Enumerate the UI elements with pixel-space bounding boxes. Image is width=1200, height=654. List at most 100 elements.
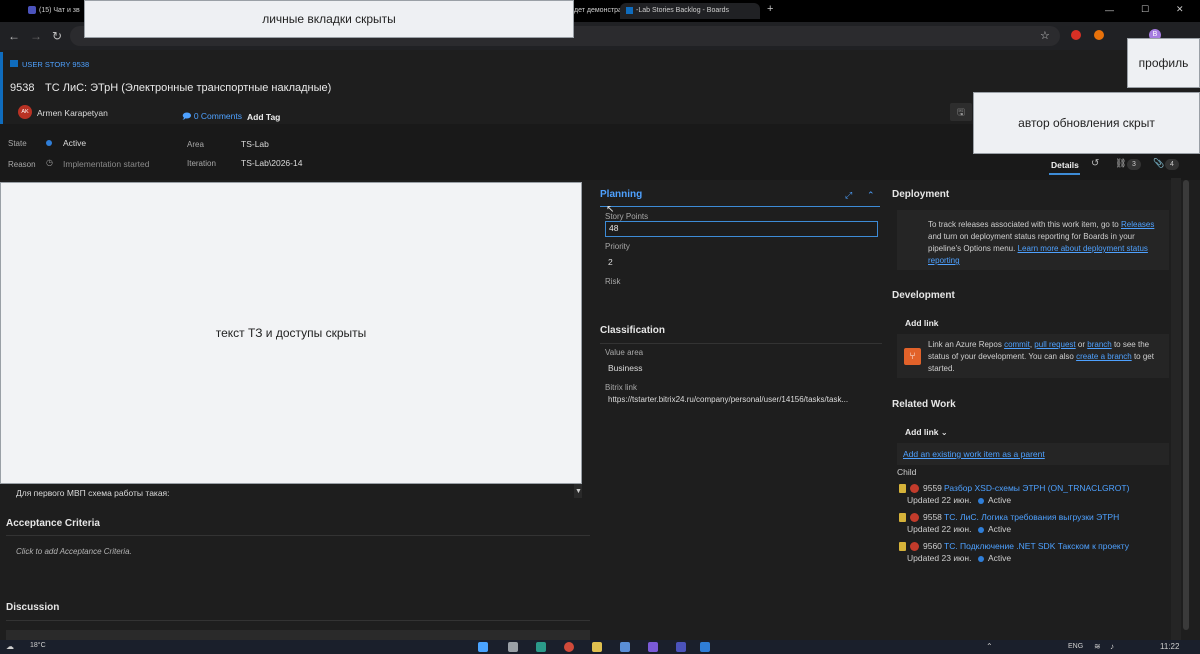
related-child-item[interactable]: 9559 Разбор XSD-схемы ЭТРН (ON_TRNACLGRO… [899,483,1169,509]
edge-icon[interactable] [536,642,546,652]
task-type-icon [899,513,906,522]
right-panel-scrollbar[interactable] [1171,178,1181,640]
add-tag-button[interactable]: Add Tag [247,112,280,122]
active-state-dot [978,556,984,562]
child-updated: Updated 22 июн. [907,495,972,505]
assignee-avatar: AK [18,105,32,119]
explorer-icon[interactable] [592,642,602,652]
reason-label: Reason [8,160,36,169]
forward-arrow-icon[interactable]: → [30,29,42,43]
browser-tab[interactable]: (15) Чат и зв [28,3,88,19]
child-title-link[interactable]: ТС. Подключение .NET SDK Такском к проек… [944,541,1129,551]
related-child-item[interactable]: 9558 ТС. ЛиС. Логика требования выгрузки… [899,512,1169,538]
teams-tab-icon [28,6,36,15]
redaction-box-profile: профиль [1127,38,1200,88]
browser-tab-active[interactable]: -Lab Stories Backlog - Boards [620,3,760,19]
classification-title[interactable]: Classification [600,325,665,336]
acceptance-criteria-title: Acceptance Criteria [6,518,100,529]
discussion-input[interactable] [6,630,590,640]
branch-link[interactable]: branch [1087,340,1111,349]
app-icon[interactable] [648,642,658,652]
add-existing-parent-link[interactable]: Add an existing work item as a parent [903,449,1045,459]
bitrix-link-value[interactable]: https://tstarter.bitrix24.ru/company/per… [608,395,848,404]
planning-underline [600,206,880,207]
reason-value[interactable]: Implementation started [63,159,149,169]
weather-temp[interactable]: 18°C [30,642,46,649]
risk-input[interactable] [605,290,880,304]
releases-link[interactable]: Releases [1121,220,1154,229]
planning-title[interactable]: Planning [600,189,642,200]
active-state-dot [978,498,984,504]
history-icon[interactable]: ↺ [1091,158,1099,169]
child-state: Active [988,553,1012,563]
acceptance-criteria-input[interactable]: Click to add Acceptance Criteria. [16,547,132,556]
extension-icon[interactable] [1071,30,1081,40]
state-value[interactable]: Active [63,138,86,148]
teams-icon[interactable] [676,642,686,652]
section-divider [6,620,590,621]
app-icon[interactable] [700,642,710,652]
development-add-link-button[interactable]: Add link [905,318,939,328]
create-branch-link[interactable]: create a branch [1076,352,1132,361]
weather-icon[interactable]: ☁ [6,642,14,651]
maximize-button[interactable]: ☐ [1141,4,1149,15]
close-window-button[interactable]: ✕ [1176,4,1184,15]
tab-label: (15) Чат и зв [39,7,80,14]
deployment-title: Deployment [892,189,950,200]
scrollbar-thumb[interactable] [1183,180,1189,630]
description-visible-line[interactable]: Для первого МВП схема работы такая: [16,488,170,498]
bookmark-star-icon[interactable]: ☆ [1040,29,1050,42]
risk-label: Risk [605,277,621,286]
chevron-up-icon[interactable]: ⌃ [867,190,875,201]
new-tab-button[interactable]: + [767,3,773,15]
attachment-icon[interactable]: 📎 [1153,158,1164,169]
back-arrow-icon[interactable]: ← [8,29,20,43]
child-state: Active [988,495,1012,505]
task-type-icon [899,542,906,551]
links-icon[interactable]: ⛓ [1115,158,1126,169]
child-avatar [910,513,919,522]
development-text: Link an Azure Repos commit, pull request… [928,340,1154,373]
app-icon[interactable] [620,642,630,652]
save-icon[interactable]: 🖫 [950,103,972,121]
reload-icon[interactable]: ↻ [52,29,62,43]
commit-link[interactable]: commit [1004,340,1030,349]
mouse-cursor-icon: ↖ [606,204,615,215]
section-divider [600,343,882,344]
extension-icon[interactable] [1094,30,1104,40]
chrome-icon[interactable] [564,642,574,652]
story-points-input[interactable]: 48 [605,221,878,237]
assignee-name[interactable]: Armen Karapetyan [37,108,108,118]
active-tab-indicator [1049,173,1080,175]
start-icon[interactable] [478,642,488,652]
bitrix-link-label: Bitrix link [605,383,638,392]
value-area-value[interactable]: Business [608,363,643,373]
related-add-link-button[interactable]: Add link ⌄ [905,427,948,437]
volume-icon[interactable]: ♪ [1110,642,1114,651]
scroll-down-arrow-icon[interactable]: ▼ [575,488,582,495]
tray-chevron-up-icon[interactable]: ⌃ [986,642,993,651]
work-item-title[interactable]: ТС ЛиС: ЭТрН (Электронные транспортные н… [45,82,331,94]
iteration-value[interactable]: TS-Lab\2026-14 [241,158,302,168]
expand-icon[interactable]: ⤢ [845,190,852,201]
development-title: Development [892,290,955,301]
pull-request-link[interactable]: pull request [1034,340,1075,349]
tab-label: -Lab Stories Backlog - Boards [636,7,729,14]
minimize-button[interactable]: — [1105,5,1114,15]
related-child-item[interactable]: 9560 ТС. Подключение .NET SDK Такском к … [899,541,1169,567]
clock-time[interactable]: 11:22 [1160,642,1179,651]
links-count-badge: 3 [1127,159,1141,170]
priority-label: Priority [605,242,630,251]
child-title-link[interactable]: ТС. ЛиС. Логика требования выгрузки ЭТРН [944,512,1119,522]
child-title-link[interactable]: Разбор XSD-схемы ЭТРН (ON_TRNACLGROT) [944,483,1129,493]
task-type-icon [899,484,906,493]
tab-details[interactable]: Details [1051,160,1079,170]
language-indicator[interactable]: ENG [1068,643,1083,650]
taskview-icon[interactable] [508,642,518,652]
priority-value[interactable]: 2 [608,257,613,267]
comments-link[interactable]: 🗩 0 Comments [182,111,242,125]
area-value[interactable]: TS-Lab [241,139,269,149]
work-item-type-color-bar [0,52,3,126]
wifi-icon[interactable]: ≋ [1094,642,1101,651]
state-dot [46,140,52,146]
